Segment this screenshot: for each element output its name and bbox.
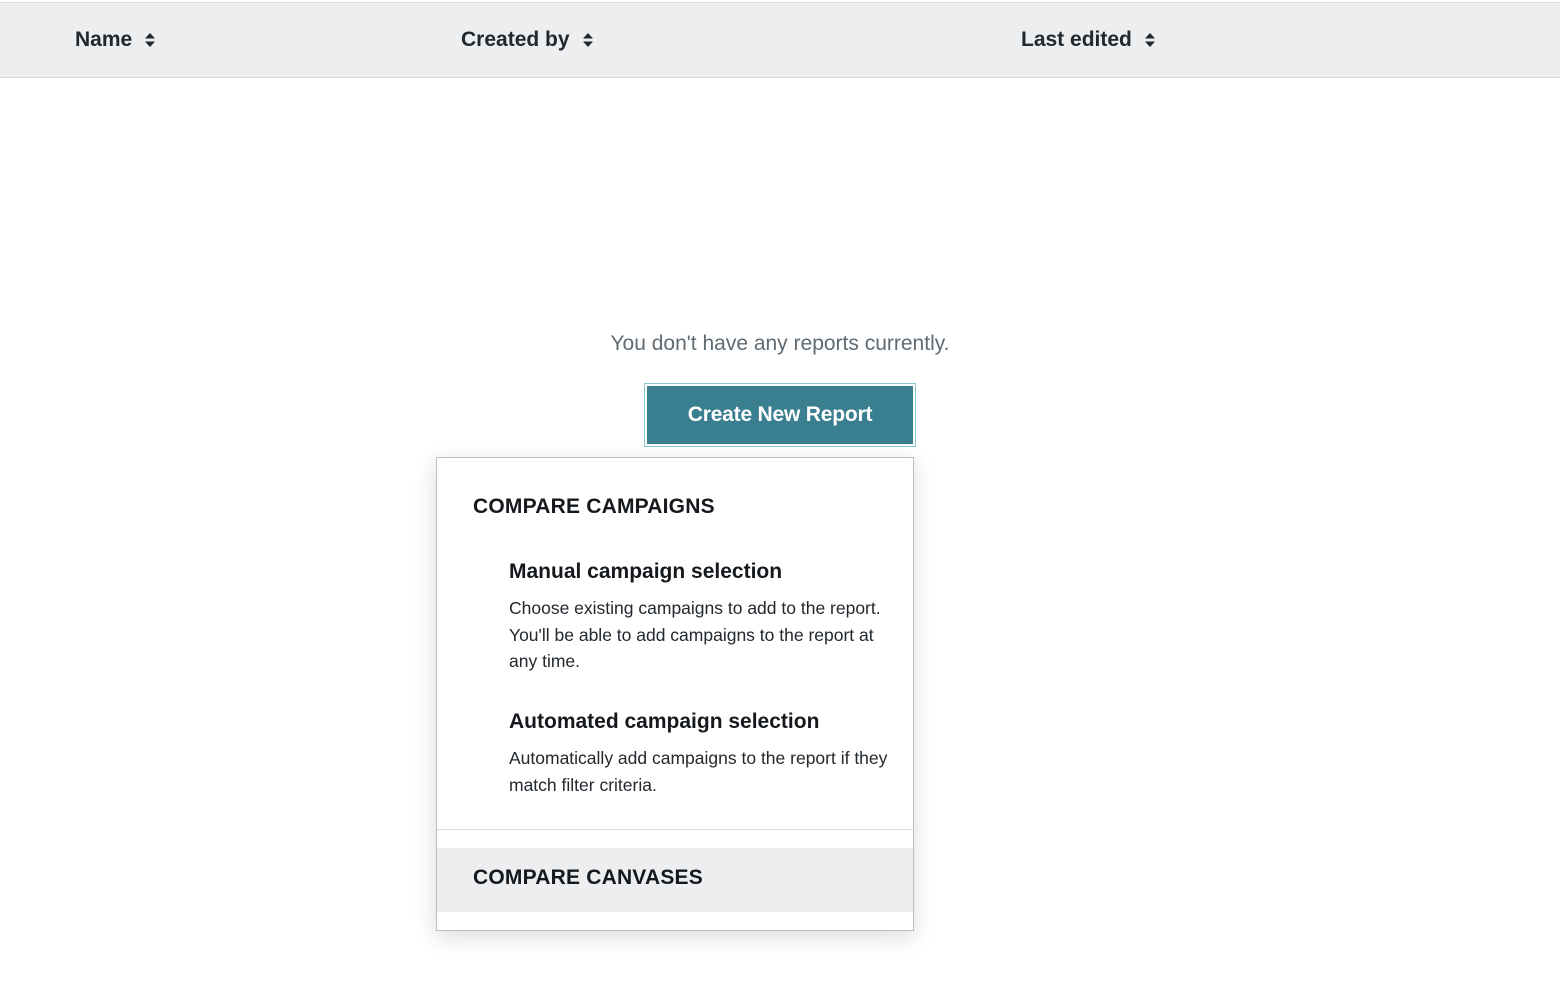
option-title: Manual campaign selection bbox=[509, 560, 783, 583]
column-header-created-by[interactable]: Created by bbox=[461, 3, 594, 77]
sort-icon bbox=[144, 31, 156, 49]
option-title: Automated campaign selection bbox=[509, 710, 820, 733]
column-header-name[interactable]: Name bbox=[75, 3, 156, 77]
compare-canvases-heading: COMPARE CANVASES bbox=[473, 866, 703, 889]
dropdown-divider bbox=[437, 829, 913, 830]
option-description: Choose existing campaigns to add to the … bbox=[509, 598, 881, 671]
create-report-dropdown: COMPARE CAMPAIGNS Manual campaign select… bbox=[436, 457, 914, 931]
column-header-label: Created by bbox=[461, 28, 570, 51]
compare-campaigns-heading: COMPARE CAMPAIGNS bbox=[473, 495, 715, 518]
automated-campaign-selection-option[interactable]: Automated campaign selection Automatical… bbox=[509, 710, 889, 798]
create-button-focus-ring: Create New Report bbox=[644, 383, 916, 447]
empty-state-message: You don't have any reports currently. bbox=[610, 332, 950, 355]
option-description: Automatically add campaigns to the repor… bbox=[509, 748, 888, 795]
sort-icon bbox=[1144, 31, 1156, 49]
table-header: Name Created by Last edited bbox=[0, 2, 1560, 78]
column-header-label: Name bbox=[75, 28, 133, 51]
compare-canvases-option[interactable]: COMPARE CANVASES bbox=[437, 848, 913, 912]
sort-icon bbox=[582, 31, 594, 49]
column-header-last-edited[interactable]: Last edited bbox=[1021, 3, 1156, 77]
manual-campaign-selection-option[interactable]: Manual campaign selection Choose existin… bbox=[509, 560, 889, 675]
create-new-report-button[interactable]: Create New Report bbox=[647, 386, 913, 444]
column-header-label: Last edited bbox=[1021, 28, 1132, 51]
